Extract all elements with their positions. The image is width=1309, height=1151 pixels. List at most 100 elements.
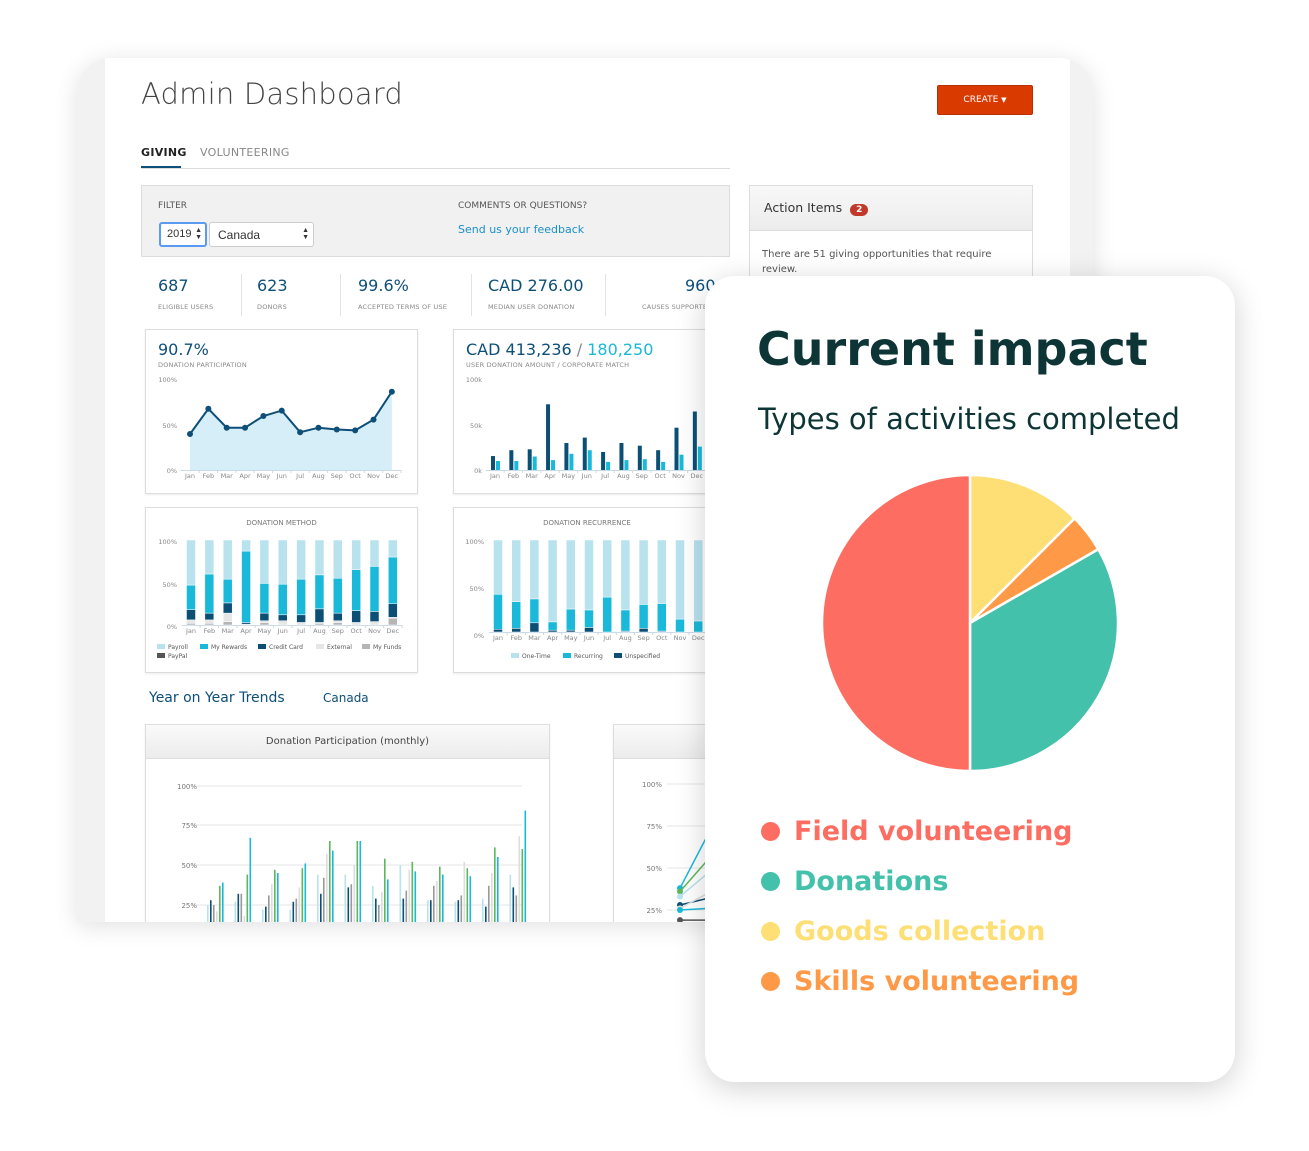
x-tick-label: Aug	[312, 472, 325, 480]
x-tick-label: Dec	[386, 472, 399, 480]
bar	[509, 874, 512, 922]
stacked-bar-segment	[186, 623, 196, 626]
series-line	[679, 892, 709, 909]
legend-label: My Funds	[373, 644, 401, 651]
x-tick-label: May	[258, 627, 272, 635]
stacked-bar-segment	[186, 539, 196, 586]
y-tick-label: 25%	[181, 902, 197, 910]
x-tick-label: Feb	[510, 634, 522, 642]
stacked-bar-segment	[388, 603, 398, 618]
stacked-bar-segment	[547, 621, 558, 631]
y-tick-label: 0%	[167, 467, 177, 475]
bar	[488, 885, 490, 922]
bar	[430, 900, 432, 922]
stacked-bar-segment	[620, 539, 631, 611]
stacked-bar-segment	[620, 609, 631, 632]
x-tick-label: Apr	[239, 472, 251, 480]
x-tick-label: Jun	[277, 627, 288, 635]
bar	[466, 868, 469, 922]
stacked-bar-segment	[529, 622, 540, 633]
data-point	[315, 424, 322, 431]
bar	[301, 868, 304, 922]
bar	[353, 865, 356, 922]
bar	[329, 841, 331, 922]
bar	[497, 857, 499, 922]
data-point	[242, 424, 249, 431]
stacked-bar-segment	[333, 612, 343, 621]
data-point	[205, 405, 212, 412]
legend-dot-icon	[761, 922, 780, 941]
stacked-bar-segment	[693, 539, 703, 622]
legend-dot-icon	[761, 822, 780, 841]
stacked-bar-segment	[566, 629, 576, 633]
x-tick-label: Jan	[492, 634, 503, 642]
bar	[436, 881, 438, 922]
stacked-bar-segment	[186, 619, 196, 624]
stacked-bar-segment	[296, 622, 306, 625]
bar	[496, 461, 500, 470]
bar	[509, 450, 514, 470]
bar	[356, 841, 359, 922]
series-line	[679, 859, 709, 893]
stacked-bar-segment	[584, 609, 594, 628]
pie-legend-item: Goods collection	[761, 916, 1045, 947]
bar	[249, 837, 252, 922]
x-tick-label: Nov	[368, 627, 381, 635]
pie-slice	[820, 473, 972, 773]
bar	[277, 873, 279, 922]
data-point	[677, 917, 683, 922]
bar	[381, 892, 383, 922]
bar	[514, 461, 519, 470]
y-tick-label: 50%	[181, 862, 197, 870]
stacked-bar-segment	[529, 539, 540, 600]
bar	[433, 885, 435, 922]
stacked-bar-segment	[638, 628, 649, 633]
stacked-bar-segment	[278, 583, 288, 616]
stacked-bar-segment	[296, 539, 306, 580]
legend-swatch	[157, 644, 165, 649]
x-tick-label: Jan	[489, 472, 500, 480]
bar	[234, 901, 237, 922]
x-tick-label: Jun	[583, 634, 594, 642]
x-tick-label: Jul	[296, 627, 305, 635]
y-tick-label: 100%	[177, 783, 197, 791]
legend-swatch	[316, 644, 324, 649]
bar	[213, 905, 215, 922]
stacked-bar-segment	[241, 550, 251, 623]
bar	[521, 849, 524, 922]
x-tick-label: Mar	[526, 472, 539, 480]
bar	[411, 861, 414, 922]
legend-dot-icon	[761, 872, 780, 891]
bar	[216, 911, 218, 922]
x-tick-label: Nov	[672, 472, 685, 480]
data-point	[260, 413, 267, 419]
bar	[601, 452, 606, 470]
data-point	[297, 429, 304, 436]
stacked-bar-segment	[566, 539, 576, 610]
bar	[457, 900, 460, 922]
x-tick-label: Oct	[655, 472, 667, 480]
stacked-bar-segment	[369, 566, 380, 612]
bar	[246, 874, 249, 922]
stacked-bar-segment	[351, 539, 361, 570]
bar	[692, 411, 697, 470]
bar	[207, 905, 209, 922]
bar	[491, 873, 493, 922]
legend-label: Credit Card	[269, 644, 303, 651]
bar	[317, 874, 319, 922]
stacked-bar-segment	[314, 574, 325, 610]
y-tick-label: 100%	[158, 376, 177, 384]
stacked-bar-segment	[369, 539, 380, 567]
stacked-bar-segment	[333, 539, 343, 579]
x-tick-label: Dec	[692, 634, 705, 642]
bar	[289, 909, 292, 922]
y-tick-label: 75%	[181, 822, 197, 830]
stacked-bar-segment	[296, 614, 306, 623]
bar	[624, 460, 629, 470]
bar	[378, 905, 380, 922]
x-tick-label: Jul	[295, 472, 304, 480]
stacked-bar-segment	[333, 578, 343, 614]
x-tick-label: Jul	[602, 634, 611, 642]
y-tick-label: 100k	[466, 376, 482, 384]
bar	[326, 853, 328, 922]
